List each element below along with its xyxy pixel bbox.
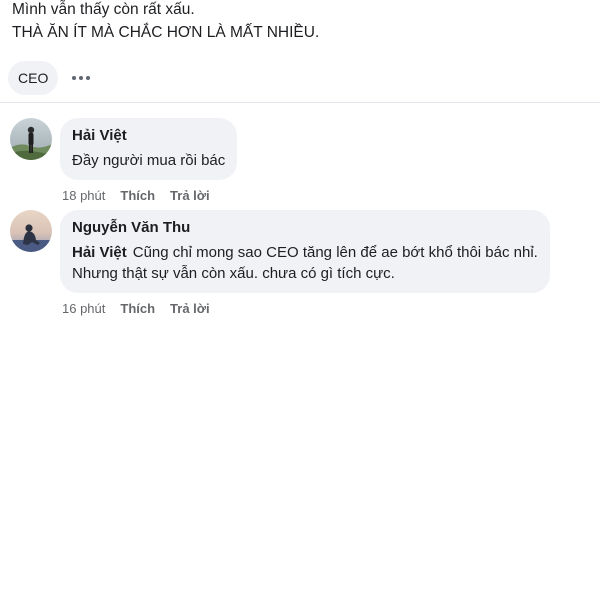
more-horizontal-icon[interactable]: [72, 68, 91, 88]
divider: [0, 102, 600, 103]
like-link[interactable]: Thích: [120, 188, 155, 203]
post-text-line-2: THÀ ĂN ÍT MÀ CHẮC HƠN LÀ MẤT NHIỀU.: [12, 24, 320, 41]
post-text-line-1: Mình vẫn thấy còn rất xấu.: [12, 1, 195, 18]
comment-meta: 16 phút Thích Trả lời: [62, 301, 550, 316]
comment-bubble: Hải Việt Đầy người mua rồi bác: [60, 118, 238, 180]
comment-bubble: Nguyễn Văn Thu Hải Việt Cũng chỉ mong sao…: [60, 210, 550, 293]
comment-item: Hải Việt Đầy người mua rồi bác 18 phút T…: [10, 118, 238, 203]
reply-link[interactable]: Trả lời: [170, 301, 210, 316]
comment-text: Đầy người mua rồi bác: [72, 152, 226, 169]
comment-author[interactable]: Hải Việt: [72, 126, 225, 146]
comment-text-line-2: Nhưng thật sự vẫn còn xấu. chưa có gì tí…: [72, 265, 395, 282]
tag-chip-label: CEO: [18, 70, 49, 86]
comment-time[interactable]: 18 phút: [62, 188, 105, 203]
tag-chip-ceo[interactable]: CEO: [8, 61, 59, 95]
comment-time[interactable]: 16 phút: [62, 301, 105, 316]
comment-author[interactable]: Nguyễn Văn Thu: [72, 218, 538, 238]
avatar[interactable]: [10, 210, 52, 252]
avatar[interactable]: [10, 118, 52, 160]
reply-link[interactable]: Trả lời: [170, 188, 210, 203]
comment-mention[interactable]: Hải Việt: [72, 244, 127, 261]
person-avatar-icon: [10, 118, 52, 160]
person-avatar-icon: [10, 210, 52, 252]
post-text: Mình vẫn thấy còn rất xấu. THÀ ĂN ÍT MÀ …: [12, 0, 592, 44]
like-link[interactable]: Thích: [120, 301, 155, 316]
comment-text: Hải Việt Cũng chỉ mong sao CEO tăng lên đ…: [72, 242, 538, 284]
post-actions-row: CEO: [8, 60, 91, 96]
comment-text-line-1: Cũng chỉ mong sao CEO tăng lên để ae bớt…: [132, 244, 538, 261]
comment-meta: 18 phút Thích Trả lời: [62, 188, 237, 203]
comment-item: Nguyễn Văn Thu Hải Việt Cũng chỉ mong sao…: [10, 210, 550, 316]
